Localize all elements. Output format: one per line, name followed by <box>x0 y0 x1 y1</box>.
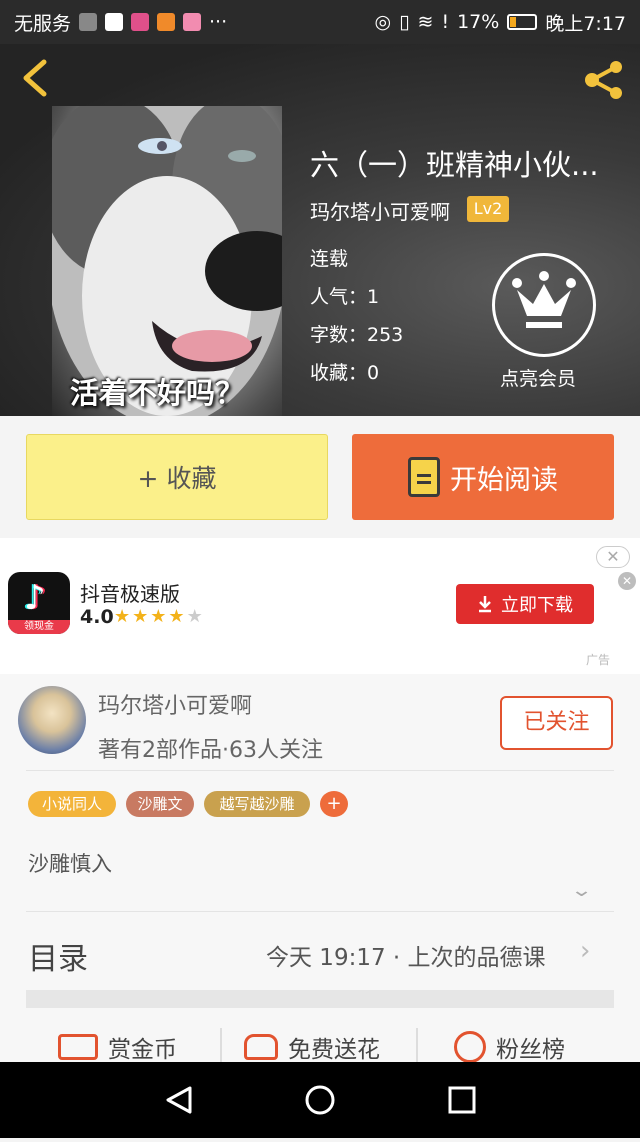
divider <box>220 1028 222 1062</box>
download-icon <box>479 596 491 613</box>
cover-caption: 活着不好吗？ <box>70 376 245 410</box>
star-icon: ★ <box>114 606 133 627</box>
divider <box>26 770 614 771</box>
app-notification-icon <box>183 13 202 31</box>
ad-rating-stars: ★★★★★ <box>114 606 205 627</box>
fan-ranking-label: 粉丝榜 <box>496 1037 565 1063</box>
music-note-icon: ♪ <box>24 578 46 618</box>
tip-coins-button[interactable]: 赏金币 <box>58 1030 177 1064</box>
app-logo[interactable]: ♪ 领现金 <box>8 572 70 634</box>
follow-button[interactable]: 已关注 <box>500 696 613 750</box>
toc-latest-chapter[interactable]: 今天 19:17 · 上次的品德课 <box>266 938 546 972</box>
star-icon: ★ <box>150 606 169 627</box>
app-notification-icon <box>105 13 124 31</box>
favorites-stat: 收藏：0 <box>310 362 380 384</box>
header-author-name[interactable]: 玛尔塔小可爱啊 <box>310 196 450 225</box>
toc-title[interactable]: 目录 <box>28 934 88 978</box>
section-separator <box>26 990 614 1008</box>
tag-chip[interactable]: 沙雕文 <box>126 791 194 817</box>
nav-home-icon[interactable] <box>305 1085 335 1115</box>
avatar[interactable] <box>18 686 86 754</box>
nav-recents-icon[interactable] <box>448 1086 476 1114</box>
vibrate-icon: ▯ <box>399 11 410 33</box>
location-icon: ◎ <box>374 11 392 33</box>
status-bar: 无服务 ··· ◎ ▯ ≋ ! 17% 晚上7:17 <box>0 0 640 44</box>
ad-close-icon[interactable]: ✕ <box>596 546 630 568</box>
ad-download-label: 立即下载 <box>501 595 573 616</box>
vip-label[interactable]: 点亮会员 <box>500 364 576 391</box>
ad-label: 广告 <box>586 653 611 667</box>
vip-crown-button[interactable] <box>492 253 596 357</box>
tip-coins-label: 赏金币 <box>108 1037 177 1063</box>
ad-icon-tag: 领现金 <box>8 620 70 634</box>
wifi-icon: ≋ <box>417 11 434 33</box>
battery-percent: 17% <box>457 11 500 33</box>
ad-rating-value: 4.0 <box>80 606 114 628</box>
app-notification-icon <box>157 13 176 31</box>
serial-status: 连载 <box>310 248 349 270</box>
alert-icon: ! <box>441 11 450 33</box>
level-badge: Lv2 <box>467 196 509 222</box>
book-cover-image[interactable]: 活着不好吗？ <box>52 106 282 416</box>
book-title: 六（一）班精神小伙... <box>310 148 599 182</box>
word-count-stat: 字数：253 <box>310 324 404 346</box>
popularity-stat: 人气：1 <box>310 286 380 308</box>
book-icon <box>408 457 440 497</box>
nav-back-icon[interactable] <box>166 1086 192 1114</box>
add-favorite-label: + 收藏 <box>137 464 217 493</box>
back-chevron-icon[interactable] <box>18 58 52 98</box>
clock: 晚上7:17 <box>545 12 626 35</box>
expand-chevron-icon[interactable]: ⌄ <box>570 880 593 901</box>
crown-icon <box>512 271 576 328</box>
ad-app-name[interactable]: 抖音极速版 <box>80 578 180 607</box>
battery-icon <box>507 14 538 30</box>
star-icon: ★ <box>186 606 205 627</box>
app-notification-icon <box>131 13 150 31</box>
flower-icon <box>244 1034 278 1060</box>
send-flowers-button[interactable]: 免费送花 <box>244 1030 380 1064</box>
author-name[interactable]: 玛尔塔小可爱啊 <box>98 688 252 720</box>
start-reading-button[interactable]: 开始阅读 <box>352 434 614 520</box>
system-nav-bar <box>0 1062 640 1138</box>
envelope-icon <box>58 1034 98 1060</box>
chevron-right-icon[interactable]: › <box>580 936 590 966</box>
divider <box>416 1028 418 1062</box>
tag-chip[interactable]: 越写越沙雕 <box>204 791 310 817</box>
book-intro: 沙雕慎入 <box>28 852 112 876</box>
divider <box>26 911 614 912</box>
carrier-text: 无服务 <box>14 12 72 35</box>
add-tag-button[interactable]: + <box>320 791 348 817</box>
ad-download-button[interactable]: 立即下载 <box>456 584 594 624</box>
star-icon: ★ <box>168 606 187 627</box>
star-icon: ★ <box>132 606 151 627</box>
target-icon <box>454 1031 486 1063</box>
more-notifications-icon: ··· <box>209 11 228 33</box>
add-favorite-button[interactable]: + 收藏 <box>26 434 328 520</box>
fan-ranking-button[interactable]: 粉丝榜 <box>454 1030 565 1064</box>
share-icon[interactable] <box>580 60 628 100</box>
send-flowers-label: 免费送花 <box>288 1037 380 1063</box>
start-reading-label: 开始阅读 <box>450 464 558 496</box>
author-stats: 著有2部作品·63人关注 <box>98 738 323 763</box>
app-notification-icon <box>79 13 98 31</box>
tag-chip[interactable]: 小说同人 <box>28 791 116 817</box>
ad-dismiss-icon[interactable]: ✕ <box>618 572 636 590</box>
